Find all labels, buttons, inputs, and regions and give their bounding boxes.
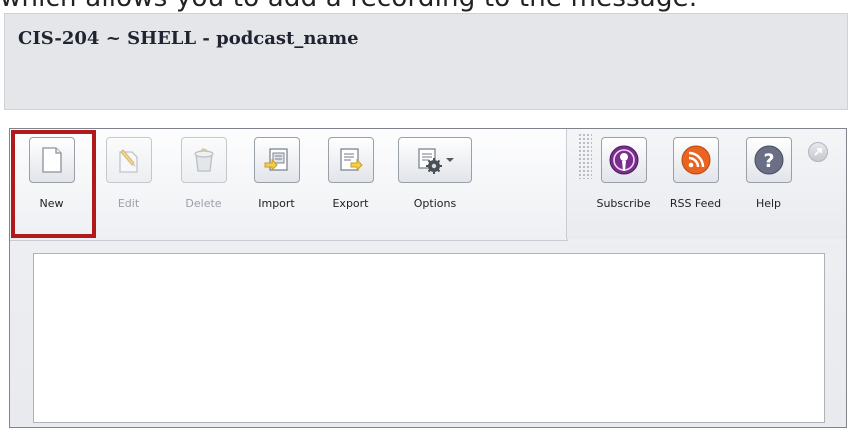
options-button-label: Options: [413, 197, 457, 210]
subscribe-button[interactable]: Subscribe: [592, 137, 655, 210]
rss-icon: [681, 145, 710, 175]
podcast-content-area[interactable]: [33, 253, 825, 423]
new-button[interactable]: New: [20, 137, 83, 210]
help-icon: ?: [754, 145, 783, 175]
help-button[interactable]: ? Help: [737, 137, 800, 210]
toolbar-grip: [578, 133, 592, 179]
pencil-page-icon: [118, 149, 138, 173]
export-button-label: Export: [332, 197, 369, 210]
blank-page-icon: [41, 147, 62, 173]
page-header: CIS-204 ~ SHELL - podcast_name: [4, 13, 848, 110]
options-button[interactable]: Options: [398, 137, 472, 210]
edit-button-label: Edit: [117, 197, 140, 210]
export-button[interactable]: Export: [319, 137, 382, 210]
subscribe-button-label: Subscribe: [596, 197, 651, 210]
rss-feed-button[interactable]: RSS Feed: [664, 137, 727, 210]
svg-text:?: ?: [763, 150, 774, 172]
popout-icon: [814, 148, 822, 156]
instruction-caption: which allows you to add a recording to t…: [0, 0, 856, 13]
new-button-label: New: [39, 197, 64, 210]
delete-button-label: Delete: [185, 197, 222, 210]
trash-icon: [193, 148, 214, 172]
import-button-label: Import: [258, 197, 295, 210]
export-icon: [339, 148, 363, 172]
rss-feed-button-label: RSS Feed: [669, 197, 722, 210]
page-title: CIS-204 ~ SHELL - podcast_name: [18, 28, 359, 49]
podcast-icon: [609, 145, 638, 175]
help-button-label: Help: [755, 197, 782, 210]
popout-button[interactable]: [808, 142, 828, 162]
import-icon: [264, 148, 288, 172]
delete-button[interactable]: Delete: [172, 137, 235, 210]
chevron-down-icon: [446, 158, 454, 162]
import-button[interactable]: Import: [245, 137, 308, 210]
edit-button[interactable]: Edit: [97, 137, 160, 210]
gear-page-icon: [418, 148, 442, 174]
